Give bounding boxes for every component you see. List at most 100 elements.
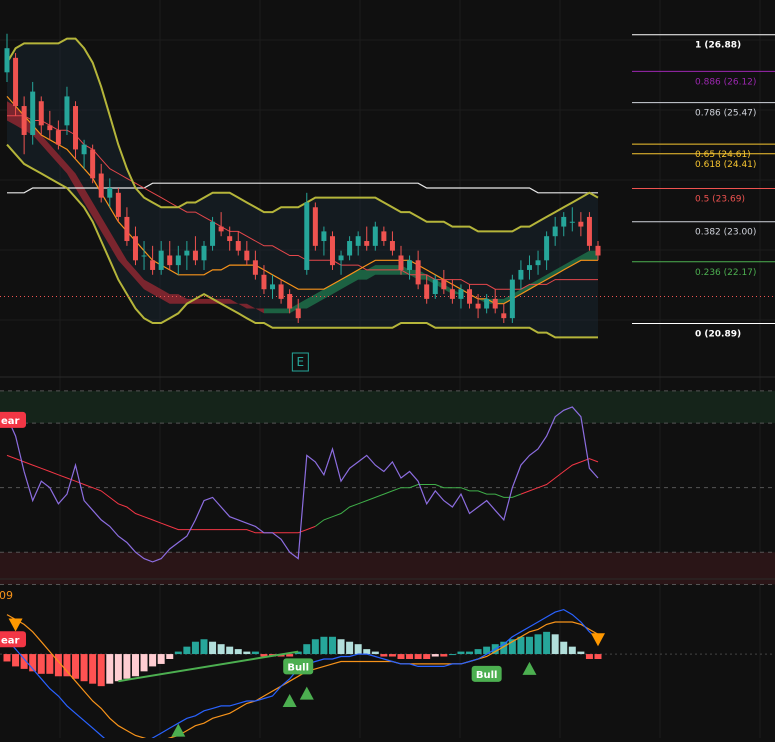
- candle-body: [432, 279, 438, 295]
- macd-histogram-bar: [97, 654, 105, 687]
- macd-histogram-bar: [431, 654, 439, 657]
- fib-level: 0.236 (22.17): [632, 261, 775, 278]
- macd-histogram-bar: [191, 641, 199, 655]
- trading-chart[interactable]: E 1 (26.88) 0.886 (26.12) 0.786 (25.47) 0.65…: [0, 0, 775, 742]
- candle-body: [355, 236, 361, 246]
- macd-histogram-bar: [328, 636, 336, 655]
- bull-signal-marker: [282, 693, 297, 707]
- macd-histogram-bar: [80, 654, 88, 682]
- macd-histogram-bar: [466, 651, 474, 655]
- candle-body: [535, 260, 541, 266]
- candle-body: [526, 265, 532, 270]
- bull-signal-label: Bull: [283, 658, 314, 675]
- candle-body: [30, 91, 36, 135]
- candle: [210, 216, 216, 251]
- candle-body: [595, 245, 601, 256]
- macd-histogram-bar: [251, 651, 259, 655]
- candle-body: [252, 260, 258, 275]
- candle-body: [261, 274, 267, 290]
- candle-body: [544, 236, 550, 261]
- macd-histogram-bar: [337, 639, 345, 655]
- candle-body: [227, 236, 233, 242]
- candle: [329, 231, 335, 270]
- rsi-signal-label: ear: [0, 411, 26, 428]
- candle-body: [21, 106, 27, 135]
- candle-body: [501, 313, 507, 319]
- candle-body: [287, 294, 293, 309]
- macd-histogram-bar: [243, 651, 251, 655]
- macd-histogram-bar: [543, 631, 551, 655]
- candle-body: [13, 57, 19, 107]
- macd-histogram-bar: [37, 654, 45, 674]
- fib-level-label: 0.236 (22.17): [695, 268, 756, 278]
- fib-level-label: 0.886 (26.12): [695, 77, 756, 87]
- macd-histogram-bar: [371, 651, 379, 655]
- macd-histogram-bar: [560, 641, 568, 655]
- candle-body: [441, 279, 447, 290]
- candle-body: [150, 260, 156, 270]
- candle-body: [415, 260, 421, 285]
- candle-body: [364, 241, 370, 246]
- candle-body: [107, 188, 113, 198]
- earnings-marker: E: [291, 352, 309, 372]
- candle-body: [124, 216, 130, 242]
- candle-body: [158, 250, 164, 270]
- rsi-ma-line-bullish: [314, 484, 522, 527]
- macd-histogram-bar: [183, 646, 191, 655]
- macd-title: 09: [0, 589, 13, 602]
- candle-body: [175, 255, 181, 266]
- candle-body: [4, 48, 10, 73]
- bear-signal-label: ear: [0, 631, 26, 648]
- macd-histogram-bar: [303, 644, 311, 655]
- macd-histogram-bar: [72, 654, 80, 679]
- candle-body: [73, 106, 79, 150]
- candle-body: [47, 125, 53, 131]
- bull-signal-label: Bull: [471, 665, 502, 682]
- candle-body: [492, 298, 498, 309]
- candle-body: [381, 231, 387, 242]
- bull-signal-marker: [522, 661, 537, 675]
- candle-body: [210, 221, 216, 246]
- fib-level: 0.886 (26.12): [632, 70, 775, 87]
- macd-histogram-bar: [380, 654, 388, 657]
- candle-body: [141, 255, 147, 257]
- candle-body: [278, 284, 284, 299]
- macd-histogram-bar: [397, 654, 405, 659]
- macd-histogram-bar: [174, 651, 182, 655]
- candle-body: [407, 260, 413, 270]
- macd-histogram-bar: [406, 654, 414, 659]
- macd-histogram-bar: [594, 654, 602, 659]
- rsi-ma-line-bearish: [520, 458, 599, 495]
- macd-histogram-bar: [12, 654, 20, 667]
- macd-histogram-bar: [525, 636, 533, 655]
- macd-histogram-bar: [226, 646, 234, 655]
- macd-histogram-bar: [234, 649, 242, 655]
- rsi-panel[interactable]: ear: [0, 390, 775, 585]
- candle-body: [484, 298, 490, 309]
- macd-histogram-bar: [89, 654, 97, 684]
- candle-body: [389, 241, 395, 251]
- fib-level: 0.5 (23.69): [632, 187, 775, 204]
- macd-histogram-bar: [423, 654, 431, 659]
- candle-body: [586, 216, 592, 246]
- fib-level-label: 0.618 (24.41): [695, 160, 756, 170]
- macd-histogram-bar: [388, 654, 396, 657]
- candle-body: [372, 226, 378, 246]
- candle: [586, 212, 592, 251]
- macd-histogram-bar: [474, 649, 482, 655]
- candle-body: [398, 255, 404, 270]
- macd-histogram-bar: [286, 654, 294, 657]
- bull-signal-text: Bull: [476, 670, 498, 681]
- candle-body: [347, 241, 353, 256]
- candle-body: [192, 250, 198, 261]
- candle-body: [312, 207, 318, 246]
- macd-histogram-bar: [131, 654, 139, 677]
- candle-body: [295, 308, 301, 319]
- chart-canvas[interactable]: E 1 (26.88) 0.886 (26.12) 0.786 (25.47) 0.65…: [0, 0, 775, 742]
- fib-level: 0.65 (24.61): [632, 143, 775, 160]
- macd-histogram-bar: [200, 639, 208, 655]
- candle-body: [561, 216, 567, 227]
- candle-body: [81, 144, 87, 155]
- candle-body: [167, 255, 173, 266]
- macd-panel[interactable]: 09 ear Bull Bull: [0, 589, 775, 742]
